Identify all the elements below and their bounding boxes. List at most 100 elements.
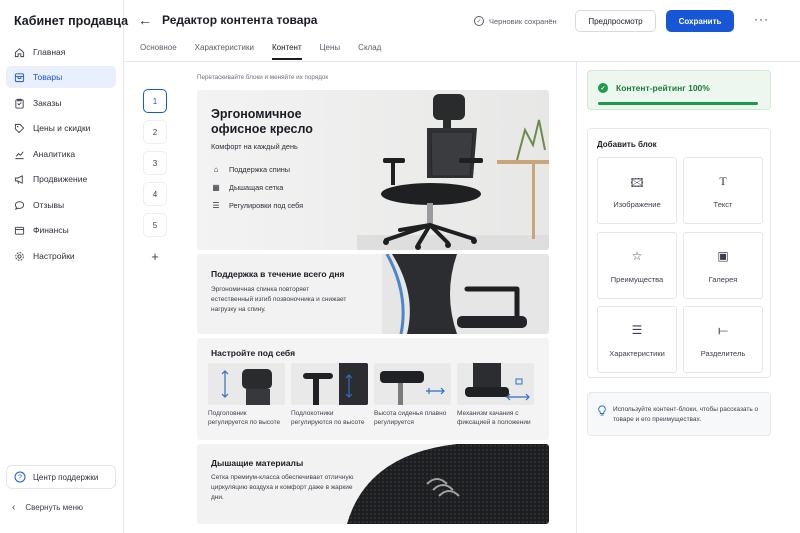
tab-prices[interactable]: Цены [320, 43, 341, 60]
svg-text:?: ? [18, 475, 22, 482]
adjust-caption: Подлокотники регулируются по высоте [291, 410, 365, 426]
right-panel: ✓ Контент-рейтинг 100% Добавить блок 🖾 И… [576, 62, 800, 533]
tip-card: Используйте контент-блоки, чтобы рассказ… [587, 392, 771, 436]
content-rating-card: ✓ Контент-рейтинг 100% [587, 70, 771, 110]
block-type-label: Разделитель [700, 349, 746, 358]
sidebar-item-label: Финансы [33, 225, 69, 235]
tab-bar: Основное Характеристики Контент Цены Скл… [140, 43, 399, 60]
preview-button[interactable]: Предпросмотр [575, 10, 656, 32]
collapse-label: Свернуть меню [25, 503, 84, 512]
hero-block[interactable]: Эргономичное офисное кресло Комфорт на к… [197, 90, 549, 250]
tab-content[interactable]: Контент [271, 43, 302, 60]
tab-warehouse[interactable]: Склад [358, 43, 381, 60]
content-rating: ✓ Контент-рейтинг 100% [598, 83, 710, 93]
text-icon: T [719, 174, 727, 188]
chevron-left-icon: ‹ [12, 502, 16, 513]
tab-basic[interactable]: Основное [140, 43, 177, 60]
headrest-image [208, 363, 285, 405]
sidebar-item-products[interactable]: Товары [6, 66, 116, 88]
mesh-icon: ▦ [212, 182, 220, 192]
sidebar-item-label: Товары [33, 72, 63, 82]
drag-hint: Перетаскивайте блоки и меняйте их порядо… [197, 74, 329, 81]
sidebar-item-home[interactable]: Главная [6, 41, 116, 63]
seat-height-image [374, 363, 451, 405]
content-rating-progress-fill [598, 102, 758, 105]
sidebar-item-label: Отзывы [33, 200, 65, 210]
add-advantages-block-button[interactable]: ☆ Преимущества [597, 232, 677, 299]
block-type-label: Преимущества [610, 275, 664, 284]
feature-item: ☰ Регулировки под себя [211, 200, 303, 210]
block-step-4[interactable]: 4 [144, 183, 166, 205]
save-button[interactable]: Сохранить [666, 10, 734, 32]
content-editor: Перетаскивайте блоки и меняйте их порядо… [124, 62, 576, 533]
feature-label: Поддержка спины [229, 164, 291, 174]
feature-label: Регулировки под себя [229, 200, 304, 210]
sidebar-item-reviews[interactable]: Отзывы [6, 194, 116, 216]
sidebar-item-label: Цены и скидки [33, 123, 91, 133]
materials-block-title: Дышащие материалы [211, 458, 304, 468]
support-label: Центр поддержки [33, 472, 99, 482]
feature-item: ⌂ Поддержка спины [211, 164, 290, 174]
add-text-block-button[interactable]: T Текст [683, 157, 763, 224]
adjust-caption: Высота сиденья плавно регулируется [374, 410, 447, 426]
support-block[interactable]: Поддержка в течение всего дня Эргономичн… [197, 254, 549, 334]
tag-icon [14, 123, 25, 134]
tilt-mechanism-image [457, 363, 534, 405]
home-icon [14, 47, 25, 58]
feature-item: ▦ Дышащая сетка [211, 182, 283, 192]
collapse-menu-button[interactable]: ‹ Свернуть меню [12, 502, 83, 513]
add-block-plus-icon[interactable]: + [144, 245, 166, 267]
sidebar-item-label: Главная [33, 47, 66, 57]
add-divider-block-button[interactable]: ⟝ Разделитель [683, 306, 763, 373]
sidebar-item-analytics[interactable]: Аналитика [6, 143, 116, 165]
sidebar-item-label: Заказы [33, 98, 62, 108]
adjust-caption: Подголовник регулируется по высоте [208, 410, 281, 426]
armrest-image [291, 363, 368, 405]
sidebar: Кабинет продавца Главная Товары Заказы Ц… [0, 0, 128, 533]
add-image-block-button[interactable]: 🖾 Изображение [597, 157, 677, 224]
back-support-icon: ⌂ [213, 164, 219, 174]
sliders-icon: ☰ [212, 200, 220, 210]
tip-text: Используйте контент-блоки, чтобы рассказ… [613, 406, 759, 423]
block-step-3[interactable]: 3 [144, 152, 166, 174]
divider-icon: ⟝ [718, 323, 728, 337]
clipboard-icon [14, 98, 25, 109]
sidebar-item-promotion[interactable]: Продвижение [6, 168, 116, 190]
support-block-text: Эргономичная спинка повторяет естественн… [211, 286, 347, 313]
block-step-2[interactable]: 2 [144, 121, 166, 143]
sidebar-item-prices[interactable]: Цены и скидки [6, 117, 116, 139]
back-arrow-icon[interactable]: ← [138, 12, 152, 28]
block-type-label: Изображение [613, 200, 661, 209]
megaphone-icon [14, 174, 25, 185]
block-type-label: Характеристики [609, 349, 665, 358]
adjust-block[interactable]: Настройте под себя Подголовник регулируе… [197, 338, 549, 440]
sidebar-item-finance[interactable]: Финансы [6, 219, 116, 241]
hero-title: Эргономичное офисное кресло [211, 107, 313, 136]
feature-label: Дышащая сетка [229, 182, 284, 192]
brand-title: Кабинет продавца [14, 14, 129, 28]
wallet-icon [14, 225, 25, 236]
gallery-icon: ▣ [717, 249, 729, 263]
content-rating-label: Контент-рейтинг 100% [616, 83, 710, 93]
materials-block[interactable]: Дышащие материалы Сетка премиум-класса о… [197, 444, 549, 524]
add-characteristics-block-button[interactable]: ☰ Характеристики [597, 306, 677, 373]
sidebar-item-label: Настройки [33, 251, 75, 261]
add-block-title: Добавить блок [597, 140, 657, 149]
image-icon: 🖾 [630, 176, 644, 190]
block-step-1[interactable]: 1 [144, 90, 166, 112]
draft-status: ✓ Черновик сохранён [474, 16, 557, 26]
check-circle-icon: ✓ [598, 83, 608, 93]
adjust-block-title: Настройте под себя [211, 348, 296, 358]
block-step-5[interactable]: 5 [144, 214, 166, 236]
sidebar-item-orders[interactable]: Заказы [6, 92, 116, 114]
draft-status-text: Черновик сохранён [489, 16, 557, 26]
more-options-icon[interactable]: ··· [754, 12, 769, 26]
sidebar-item-settings[interactable]: Настройки [6, 245, 116, 267]
support-center-button[interactable]: ? Центр поддержки [6, 465, 116, 489]
topbar: ← Редактор контента товара ✓ Черновик со… [124, 0, 800, 62]
star-icon: ☆ [631, 249, 643, 263]
add-block-panel: Добавить блок 🖾 Изображение T Текст ☆ Пр… [587, 128, 771, 378]
box-icon [14, 72, 25, 83]
add-gallery-block-button[interactable]: ▣ Галерея [683, 232, 763, 299]
tab-characteristics[interactable]: Характеристики [195, 43, 254, 60]
